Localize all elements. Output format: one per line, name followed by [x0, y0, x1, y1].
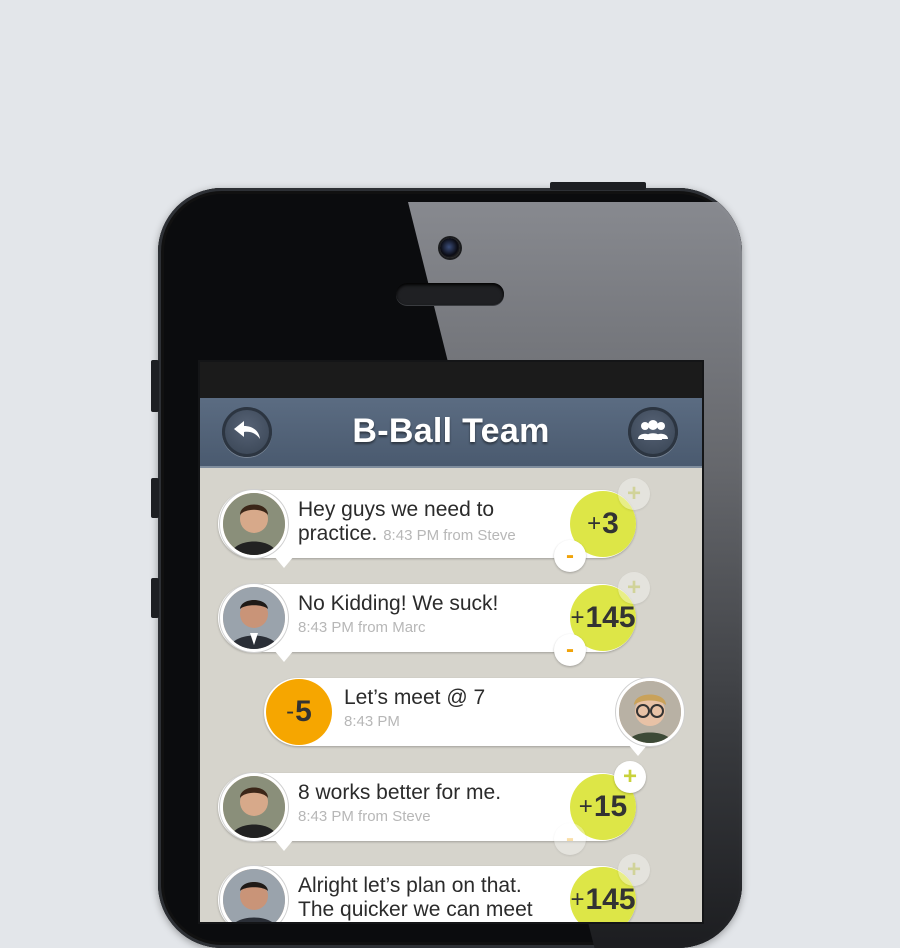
status-bar	[200, 362, 702, 398]
power-button	[550, 182, 646, 190]
message-bubble[interactable]: 8 works better for me. 8:43 PM from Stev…	[218, 761, 646, 855]
message-line: practice.	[298, 522, 378, 545]
nav-bar: B-Ball Team	[200, 398, 702, 468]
message-bubble[interactable]: -5 Let’s meet @ 7 8:43 PM	[264, 678, 684, 756]
score-value: 3	[602, 507, 619, 540]
message-meta: 8:43 PM from Steve	[298, 808, 431, 825]
upvote-button[interactable]: +	[618, 478, 650, 510]
upvote-button[interactable]: +	[618, 854, 650, 886]
score-sign: +	[578, 793, 593, 820]
message-meta: 8:43 PM	[344, 713, 400, 730]
message-meta: 8:43 PM from Steve	[383, 527, 516, 544]
message-line: Hey guys we need to	[298, 498, 495, 521]
message-list: Hey guys we need to practice. 8:43 PM fr…	[200, 468, 702, 922]
score-badge: -5	[266, 679, 332, 745]
message-text: Alright let’s plan on that. The quicker …	[298, 874, 533, 922]
message-line: No Kidding! We suck!	[298, 592, 499, 615]
volume-up-button	[151, 478, 159, 518]
message-text: Let’s meet @ 7 8:43 PM	[344, 686, 485, 734]
message-text: 8 works better for me. 8:43 PM from Stev…	[298, 781, 501, 829]
message-bubble[interactable]: Hey guys we need to practice. 8:43 PM fr…	[218, 478, 650, 572]
upvote-button[interactable]: +	[618, 572, 650, 604]
score-value: 15	[593, 790, 628, 823]
message-bubble[interactable]: No Kidding! We suck! 8:43 PM from Marc +…	[218, 572, 650, 666]
group-icon	[637, 419, 669, 446]
score-value: 145	[585, 601, 636, 634]
message-text: Hey guys we need to practice. 8:43 PM fr…	[298, 498, 516, 548]
message-line: 8 works better for me.	[298, 781, 502, 804]
avatar[interactable]	[220, 773, 288, 841]
score-sign: +	[570, 604, 585, 631]
score-value: 145	[585, 883, 636, 916]
score-sign: -	[286, 698, 295, 725]
message-line: The quicker we can meet	[298, 898, 533, 921]
bubble-tail	[628, 744, 648, 756]
page-title: B-Ball Team	[352, 412, 550, 450]
bubble-tail	[274, 839, 294, 851]
message-line: Let’s meet @ 7	[344, 686, 486, 709]
avatar[interactable]	[220, 490, 288, 558]
bubble-tail	[274, 556, 294, 568]
score-sign: +	[570, 886, 585, 913]
avatar[interactable]	[220, 866, 288, 922]
mute-switch	[151, 360, 159, 412]
avatar[interactable]	[220, 584, 288, 652]
score-value: 5	[295, 695, 312, 728]
score-sign: +	[587, 510, 602, 537]
downvote-button[interactable]: -	[554, 634, 586, 666]
avatar[interactable]	[616, 678, 684, 746]
earpiece-speaker	[396, 283, 504, 305]
downvote-button[interactable]: -	[554, 823, 586, 855]
message-text: No Kidding! We suck! 8:43 PM from Marc	[298, 592, 498, 640]
upvote-button[interactable]: +	[614, 761, 646, 793]
app-screen: B-Ball Team Hey guys we need to practice…	[200, 362, 702, 922]
message-bubble[interactable]: Alright let’s plan on that. The quicker …	[218, 854, 650, 922]
bubble-tail	[274, 650, 294, 662]
front-camera	[440, 238, 460, 258]
group-button[interactable]	[628, 407, 678, 457]
back-button[interactable]	[222, 407, 272, 457]
message-meta: 8:43 PM from Marc	[298, 619, 426, 636]
downvote-button[interactable]: -	[554, 540, 586, 572]
volume-down-button	[151, 578, 159, 618]
back-arrow-icon	[232, 419, 262, 446]
message-line: Alright let’s plan on that.	[298, 874, 522, 897]
